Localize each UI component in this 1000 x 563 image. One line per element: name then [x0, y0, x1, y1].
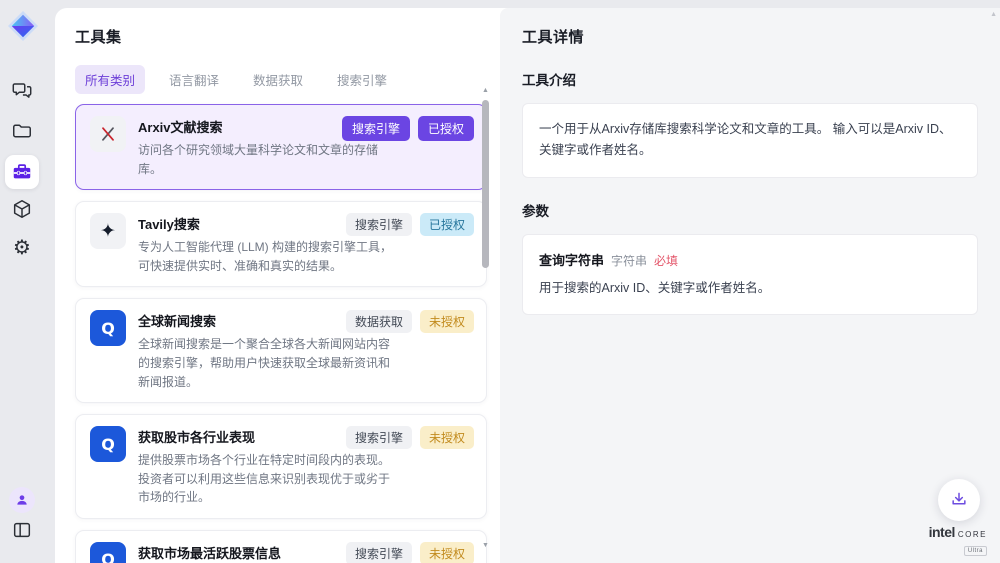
package-icon[interactable]: [10, 197, 34, 221]
tab-search-engine[interactable]: 搜索引擎: [327, 65, 397, 94]
auth-status-badge: 已授权: [420, 213, 474, 236]
tool-list-panel: 工具集 所有类别 语言翻译 数据获取 搜索引擎 Arxiv文献搜索: [55, 8, 493, 563]
page-title: 工具集: [75, 26, 493, 47]
auth-status-badge: 已授权: [418, 116, 474, 141]
tab-data-fetch[interactable]: 数据获取: [243, 65, 313, 94]
param-description: 用于搜索的Arxiv ID、关键字或作者姓名。: [539, 278, 961, 299]
scroll-down-arrow[interactable]: ▼: [480, 541, 491, 551]
tab-language-translation[interactable]: 语言翻译: [159, 65, 229, 94]
folder-icon[interactable]: [10, 119, 34, 143]
tool-card-stock-sectors[interactable]: Q 获取股市各行业表现 提供股票市场各个行业在特定时间段内的表现。投资者可以利用…: [75, 414, 487, 519]
category-badge: 搜索引擎: [346, 213, 412, 236]
detail-title: 工具详情: [522, 26, 978, 47]
brand-ultra-badge: Ultra: [964, 546, 987, 556]
tool-description: 专为人工智能代理 (LLM) 构建的搜索引擎工具，可快速提供实时、准确和真实的结…: [138, 238, 400, 275]
auth-status-badge: 未授权: [420, 310, 474, 333]
tool-description: 全球新闻搜索是一个聚合全球各大新闻网站内容的搜索引擎，帮助用户快速获取全球最新资…: [138, 335, 400, 391]
detail-scroll-arrow: ▲: [990, 11, 997, 18]
intel-core-logo: intel core Ultra: [929, 525, 987, 556]
param-required-flag: 必填: [654, 252, 678, 269]
param-type: 字符串: [611, 252, 647, 269]
category-badge: 搜索引擎: [346, 426, 412, 449]
category-badge: 搜索引擎: [342, 116, 410, 141]
tool-card-arxiv[interactable]: Arxiv文献搜索 访问各个研究领域大量科学论文和文章的存储库。 搜索引擎 已授…: [75, 104, 487, 190]
category-tabs: 所有类别 语言翻译 数据获取 搜索引擎: [75, 65, 493, 94]
arxiv-icon: [90, 116, 126, 152]
intro-text: 一个用于从Arxiv存储库搜索科学论文和文章的工具。 输入可以是Arxiv ID…: [539, 119, 961, 162]
user-avatar-icon[interactable]: [9, 487, 35, 513]
toolbox-icon-active[interactable]: [5, 155, 39, 189]
tool-description: 提供股票市场各个行业在特定时间段内的表现。投资者可以利用这些信息来识别表现优于或…: [138, 451, 400, 507]
intro-heading: 工具介绍: [522, 69, 978, 89]
list-scrollbar[interactable]: ▲ ▼: [480, 86, 491, 551]
scrollbar-thumb[interactable]: [482, 100, 489, 268]
intro-card: 一个用于从Arxiv存储库搜索科学论文和文章的工具。 输入可以是Arxiv ID…: [522, 103, 978, 178]
sidebar: ⚙: [0, 0, 55, 563]
scroll-up-arrow[interactable]: ▲: [480, 86, 491, 96]
category-badge: 数据获取: [346, 310, 412, 333]
sparkle-icon: ✦: [90, 213, 126, 249]
panel-toggle-icon[interactable]: [10, 518, 34, 542]
brand-intel-text: intel: [929, 525, 955, 539]
tool-card-global-news[interactable]: Q 全球新闻搜索 全球新闻搜索是一个聚合全球各大新闻网站内容的搜索引擎，帮助用户…: [75, 298, 487, 403]
params-heading: 参数: [522, 200, 978, 220]
auth-status-badge: 未授权: [420, 542, 474, 563]
tool-card-list: Arxiv文献搜索 访问各个研究领域大量科学论文和文章的存储库。 搜索引擎 已授…: [75, 104, 487, 563]
news-api-icon: Q: [90, 426, 126, 462]
tool-card-tavily[interactable]: ✦ Tavily搜索 专为人工智能代理 (LLM) 构建的搜索引擎工具，可快速提…: [75, 201, 487, 287]
parameter-card: 查询字符串 字符串 必填 用于搜索的Arxiv ID、关键字或作者姓名。: [522, 234, 978, 315]
chat-icon[interactable]: [10, 78, 34, 102]
param-name: 查询字符串: [539, 250, 604, 269]
download-button[interactable]: [938, 479, 980, 521]
tab-all-categories[interactable]: 所有类别: [75, 65, 145, 94]
tool-card-active-stocks[interactable]: Q 获取市场最活跃股票信息 提供当天交易量最高的股票列表，投资者可以利用这些信息…: [75, 530, 487, 563]
main-window: 工具集 所有类别 语言翻译 数据获取 搜索引擎 Arxiv文献搜索: [55, 8, 1000, 563]
auth-status-badge: 未授权: [420, 426, 474, 449]
app-logo: [8, 11, 38, 41]
category-badge: 搜索引擎: [346, 542, 412, 563]
news-api-icon: Q: [90, 542, 126, 563]
brand-core-text: core: [958, 529, 987, 540]
tool-detail-panel: ▲ 工具详情 工具介绍 一个用于从Arxiv存储库搜索科学论文和文章的工具。 输…: [500, 8, 1000, 563]
tool-description: 访问各个研究领域大量科学论文和文章的存储库。: [138, 141, 400, 178]
settings-gear-icon[interactable]: ⚙: [10, 236, 34, 260]
news-api-icon: Q: [90, 310, 126, 346]
